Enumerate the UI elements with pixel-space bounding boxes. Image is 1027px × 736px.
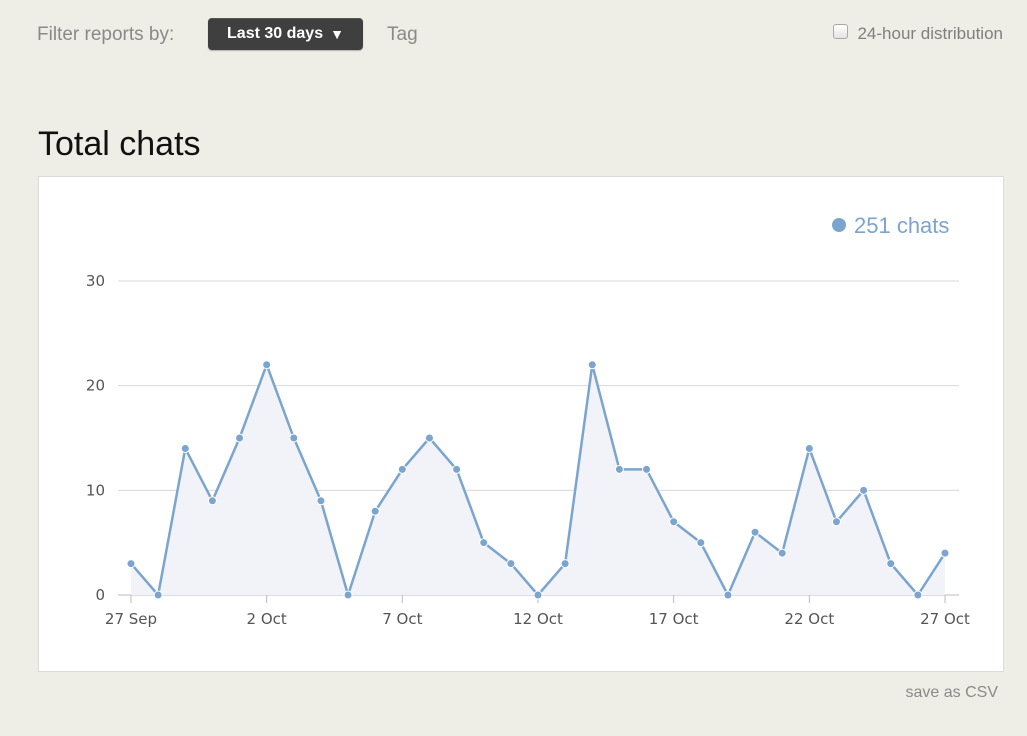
distribution-toggle[interactable]: 24-hour distribution: [833, 23, 1003, 44]
data-point: [126, 559, 136, 569]
dropdown-label: Last 30 days: [227, 25, 324, 42]
data-point: [587, 360, 597, 370]
data-point: [262, 360, 272, 370]
x-tick-label: 12 Oct: [513, 610, 563, 628]
data-point: [886, 559, 896, 569]
data-point: [397, 464, 407, 474]
data-point: [614, 464, 624, 474]
x-tick-label: 27 Sep: [105, 610, 157, 628]
data-point: [289, 433, 299, 443]
x-tick-label: 27 Oct: [920, 610, 970, 628]
data-point: [940, 548, 950, 558]
data-point: [479, 538, 489, 548]
data-point: [642, 464, 652, 474]
data-point: [831, 517, 841, 527]
data-point: [804, 443, 814, 453]
x-tick-label: 2 Oct: [247, 610, 287, 628]
data-point: [207, 496, 217, 506]
data-point: [913, 590, 923, 600]
data-point: [533, 590, 543, 600]
x-tick-label: 7 Oct: [382, 610, 422, 628]
data-point: [696, 538, 706, 548]
distribution-checkbox[interactable]: [833, 23, 849, 39]
data-point: [316, 496, 326, 506]
total-chats-chart: 0 10 20 30 27 Sep 2 Oct 7 Oct 12 Oct 17 Oct 22 Oc…: [86, 213, 970, 628]
data-point: [424, 433, 434, 443]
data-point: [343, 590, 353, 600]
chart-card: 0 10 20 30 27 Sep 2 Oct 7 Oct 12 Oct 17 Oct 22 Oc…: [38, 176, 1004, 672]
data-point: [750, 527, 760, 537]
data-point: [859, 485, 869, 495]
date-range-dropdown[interactable]: Last 30 days ▼: [208, 18, 363, 50]
x-tick-label: 22 Oct: [784, 610, 834, 628]
page-title: Total chats: [38, 125, 201, 163]
x-tick-label: 17 Oct: [649, 610, 699, 628]
legend-marker: [832, 218, 846, 232]
distribution-label: 24-hour distribution: [857, 24, 1003, 43]
save-as-csv-link[interactable]: save as CSV: [906, 684, 998, 702]
y-tick-label: 20: [86, 377, 105, 395]
data-point: [452, 464, 462, 474]
y-tick-label: 0: [95, 586, 105, 604]
y-tick-label: 10: [86, 481, 105, 499]
tag-filter-link[interactable]: Tag: [387, 24, 418, 46]
data-point: [560, 559, 570, 569]
filter-bar: Filter reports by: Last 30 days ▼ Tag 24…: [0, 0, 1027, 70]
legend-label: 251 chats: [854, 213, 949, 238]
data-point: [777, 548, 787, 558]
data-point: [180, 443, 190, 453]
data-point: [235, 433, 245, 443]
data-point: [370, 506, 380, 516]
data-point: [723, 590, 733, 600]
data-point: [669, 517, 679, 527]
y-tick-label: 30: [86, 272, 105, 290]
triangle-down-icon: ▼: [330, 26, 344, 42]
data-point: [506, 559, 516, 569]
data-point: [153, 590, 163, 600]
filter-label: Filter reports by:: [37, 24, 175, 45]
